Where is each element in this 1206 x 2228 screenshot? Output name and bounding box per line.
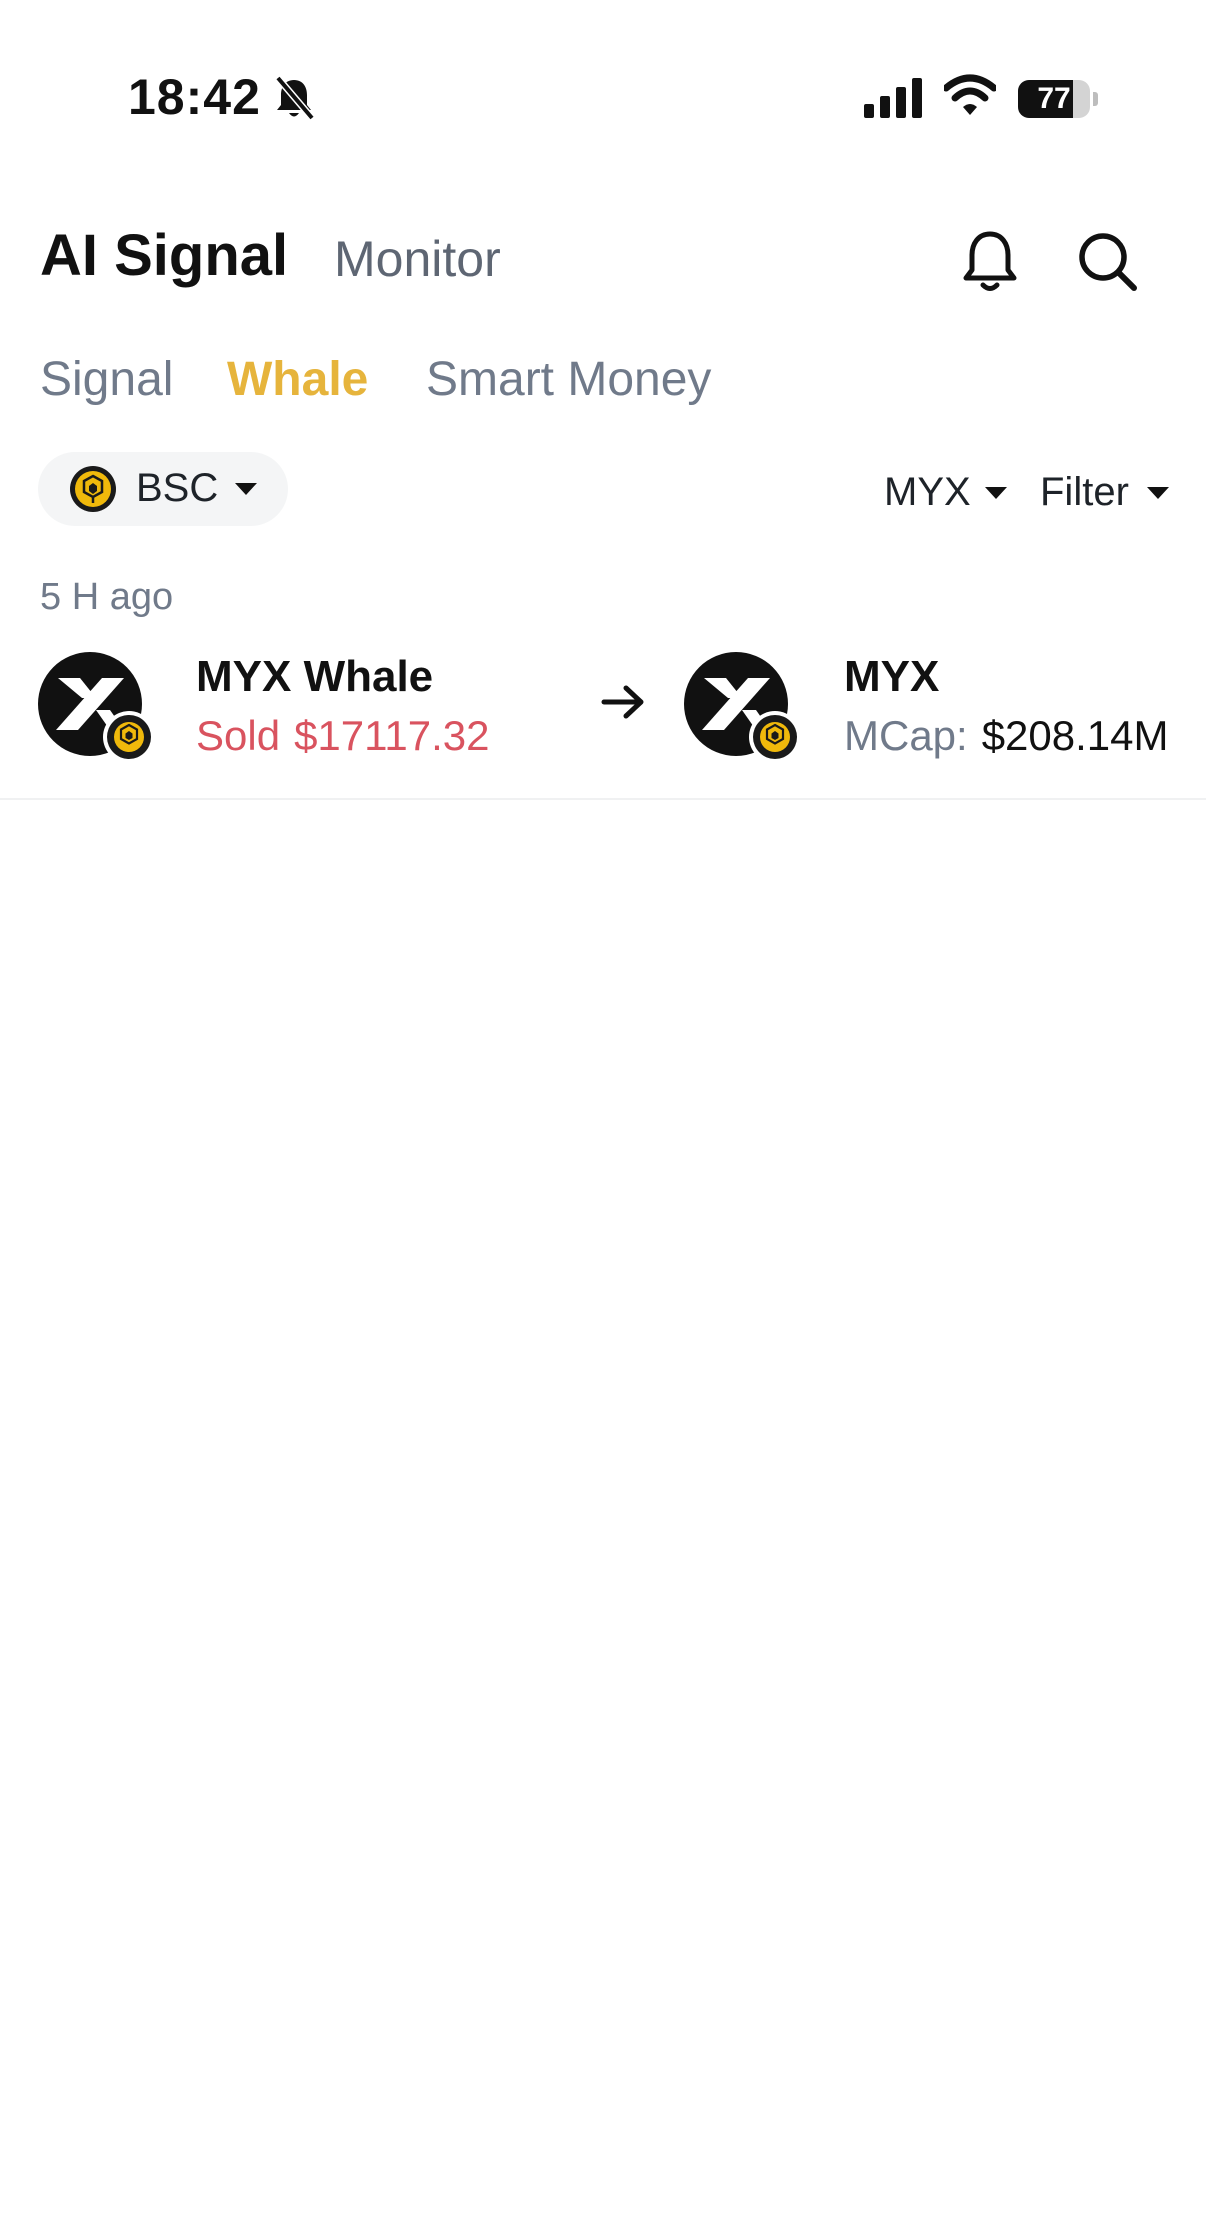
bell-icon[interactable] — [958, 228, 1022, 296]
bnb-badge-icon — [749, 711, 801, 763]
wifi-icon — [944, 74, 996, 115]
filter-label: Filter — [1040, 470, 1129, 514]
mcap-label: MCap: — [844, 712, 968, 759]
token-selector-label: MYX — [884, 470, 971, 514]
bnb-badge-icon — [103, 711, 155, 763]
tab-monitor[interactable]: Monitor — [334, 230, 501, 288]
arrow-right-icon — [601, 685, 644, 719]
cellular-signal-icon — [864, 78, 922, 118]
tab-smart-money[interactable]: Smart Money — [426, 352, 711, 407]
whale-feed-item[interactable]: MYX Whale Sold $17117.32 MYX MCap: $208.14… — [0, 640, 1206, 800]
status-bar: 18:42 77 — [0, 0, 1206, 140]
token-name[interactable]: MYX — [844, 652, 939, 702]
chain-selector[interactable]: BSC — [38, 452, 288, 526]
battery-level: 77 — [1037, 82, 1071, 115]
token-selector[interactable]: MYX — [884, 470, 1007, 520]
mcap-value: $208.14M — [981, 712, 1169, 759]
action-amount: $17117.32 — [294, 712, 490, 759]
filter-button[interactable]: Filter — [1040, 470, 1169, 520]
search-icon[interactable] — [1074, 228, 1140, 294]
time-ago: 5 H ago — [40, 576, 174, 618]
chain-label: BSC — [136, 466, 219, 510]
tab-whale[interactable]: Whale — [227, 352, 368, 407]
caret-down-icon — [1147, 487, 1169, 499]
page-title: AI Signal — [40, 223, 289, 288]
battery-icon: 77 — [1018, 80, 1098, 118]
whale-action: Sold $17117.32 — [196, 712, 503, 760]
caret-down-icon — [235, 483, 257, 495]
tab-signal[interactable]: Signal — [40, 352, 173, 407]
bell-slash-icon — [275, 75, 315, 121]
status-time: 18:42 — [128, 69, 261, 125]
token-mcap: MCap: $208.14M — [844, 712, 1169, 760]
caret-down-icon — [985, 487, 1007, 499]
bnb-logo-icon — [70, 466, 116, 512]
whale-name: MYX Whale — [196, 652, 434, 701]
action-label: Sold — [196, 712, 281, 759]
